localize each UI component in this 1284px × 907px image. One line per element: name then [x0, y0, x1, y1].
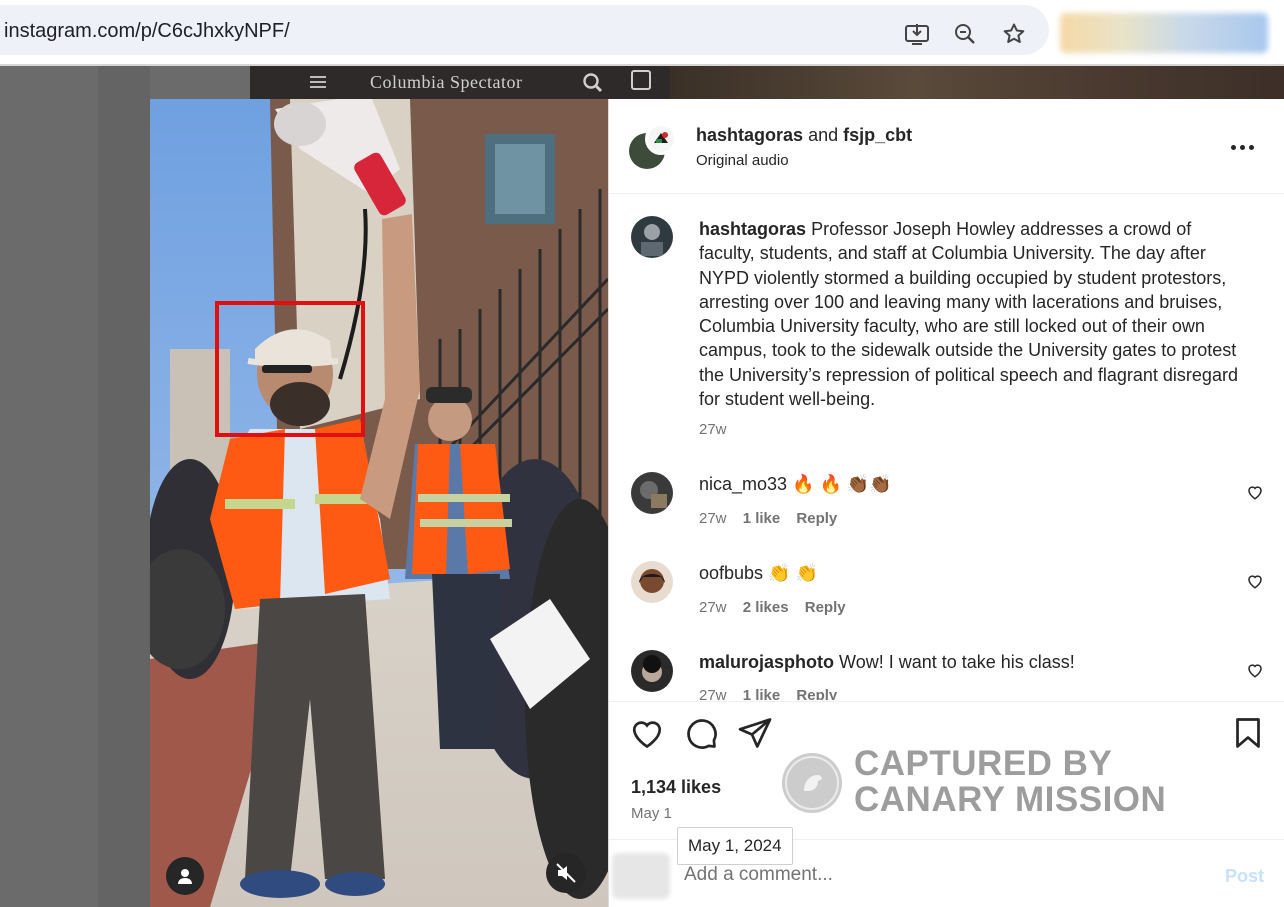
backdrop-left-shade [98, 66, 150, 907]
comment-row: malurojasphoto Wow! I want to take his c… [699, 652, 1075, 673]
blurred-profile-area [1060, 13, 1268, 53]
comment-avatar[interactable] [631, 561, 673, 603]
watermark-line-1: CAPTURED BY [854, 744, 1113, 783]
canary-logo-icon [782, 753, 842, 813]
comment-username[interactable]: nica_mo33 [699, 474, 787, 494]
comment-icon[interactable] [683, 715, 719, 751]
comment-likes[interactable]: 2 likes [743, 599, 789, 616]
add-comment-input[interactable]: Add a comment... [684, 864, 833, 886]
share-icon[interactable] [737, 715, 773, 751]
address-bar[interactable]: instagram.com/p/C6cJhxkyNPF/ [0, 5, 1049, 55]
blurred-viewer-avatar [612, 853, 670, 899]
comment-time[interactable]: 27w [699, 510, 727, 527]
reply-button[interactable]: Reply [805, 599, 846, 616]
comment-text: 🔥 🔥 👏🏾👏🏾 [792, 474, 892, 494]
post-video[interactable] [150, 99, 608, 907]
date-tooltip: May 1, 2024 [677, 827, 793, 865]
more-options-icon[interactable] [1231, 137, 1261, 157]
tagged-user-icon[interactable] [166, 857, 204, 895]
reply-button[interactable]: Reply [796, 687, 837, 700]
comment-likes[interactable]: 1 like [743, 510, 781, 527]
reply-button[interactable]: Reply [796, 510, 837, 527]
comment-time[interactable]: 27w [699, 599, 727, 616]
browser-toolbar: instagram.com/p/C6cJhxkyNPF/ [0, 0, 1284, 66]
audio-label[interactable]: Original audio [696, 152, 789, 169]
comment-meta-clipped: 27w 1 like Reply [699, 683, 1259, 700]
comment-row: nica_mo33 🔥 🔥 👏🏾👏🏾 [699, 474, 892, 495]
like-comment-icon[interactable] [1246, 483, 1264, 501]
post-date[interactable]: May 1 [631, 805, 672, 822]
zoom-icon[interactable] [952, 21, 978, 47]
mute-icon[interactable] [546, 853, 586, 893]
comment-avatar[interactable] [631, 650, 673, 692]
backdrop-photo-strip [670, 66, 1284, 100]
author-username[interactable]: hashtagoras [696, 125, 803, 145]
comment-likes[interactable]: 1 like [743, 687, 781, 700]
like-comment-icon[interactable] [1246, 572, 1264, 590]
video-frame-illustration [150, 99, 608, 907]
comment-row: oofbubs 👏 👏 [699, 563, 818, 584]
like-comment-icon[interactable] [1246, 661, 1264, 679]
comment-time[interactable]: 27w [699, 687, 727, 700]
share-icon [631, 70, 651, 90]
watermark-line-2: CANARY MISSION [854, 780, 1167, 819]
caption-avatar[interactable] [631, 216, 673, 258]
comment-username[interactable]: malurojasphoto [699, 652, 834, 672]
post-caption: hashtagoras Professor Joseph Howley addr… [699, 217, 1244, 411]
like-icon[interactable] [629, 715, 665, 751]
bookmark-star-icon[interactable] [1001, 21, 1027, 47]
collaborator-avatar[interactable] [645, 123, 677, 155]
divider [609, 701, 1284, 702]
comment-text: Wow! I want to take his class! [839, 652, 1075, 672]
comment-avatar[interactable] [631, 472, 673, 514]
post-comment-button[interactable]: Post [1225, 866, 1264, 887]
post-authors: hashtagoras and fsjp_cbt [696, 125, 912, 146]
comment-text: 👏 👏 [768, 563, 818, 583]
caption-text: Professor Joseph Howley addresses a crow… [699, 219, 1238, 410]
caption-username[interactable]: hashtagoras [699, 219, 806, 239]
comment-username[interactable]: oofbubs [699, 563, 763, 583]
caption-time[interactable]: 27w [699, 421, 727, 438]
url-text[interactable]: instagram.com/p/C6cJhxkyNPF/ [4, 20, 290, 43]
search-icon [582, 72, 604, 99]
like-count[interactable]: 1,134 likes [631, 777, 721, 798]
watermark-text: CAPTURED BY CANARY MISSION [854, 746, 1274, 818]
collaborator-username[interactable]: fsjp_cbt [843, 125, 912, 145]
menu-icon [310, 76, 326, 89]
spectator-logo: Columbia Spectator [370, 72, 523, 92]
and-text: and [808, 125, 839, 145]
install-app-icon[interactable] [904, 21, 930, 47]
post-header: hashtagoras and fsjp_cbt Original audio [609, 99, 1284, 194]
